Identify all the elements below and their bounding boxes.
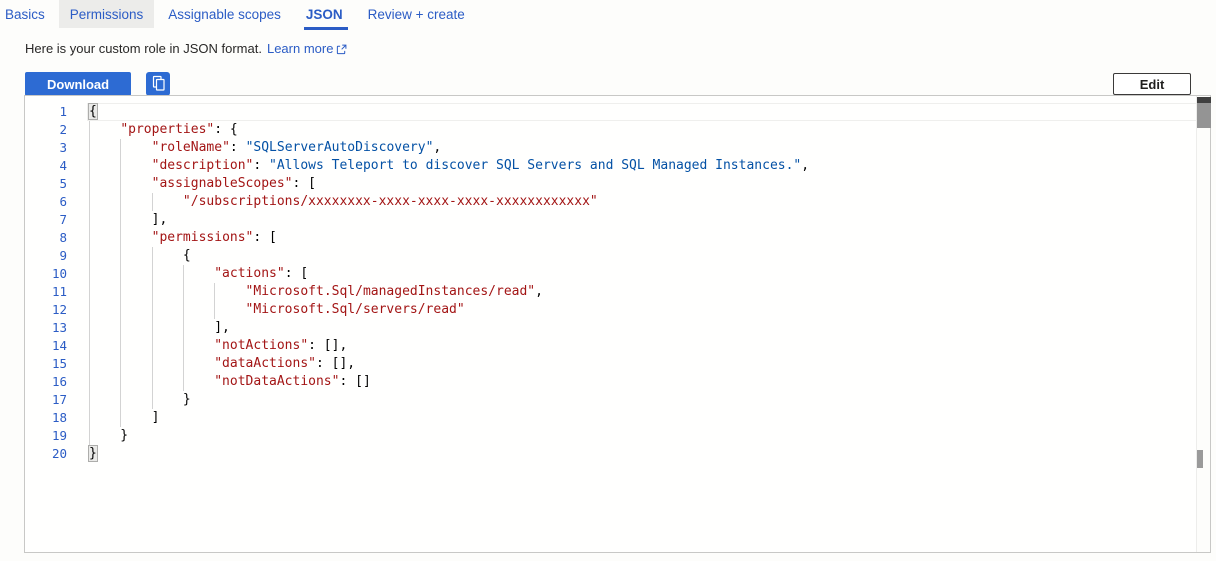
line-number: 10	[25, 265, 67, 283]
line-number: 2	[25, 121, 67, 139]
line-number: 11	[25, 283, 67, 301]
line-number: 15	[25, 355, 67, 373]
line-number: 18	[25, 409, 67, 427]
indent-guide	[89, 121, 90, 445]
code-content[interactable]: { "properties": { "roleName": "SQLServer…	[67, 96, 1210, 463]
code-line[interactable]: "roleName": "SQLServerAutoDiscovery",	[89, 139, 1210, 157]
tab-assignable-scopes[interactable]: Assignable scopes	[157, 0, 292, 28]
code-line[interactable]: {	[89, 103, 1210, 121]
line-number: 12	[25, 301, 67, 319]
overview-ruler-decoration	[1197, 450, 1203, 468]
code-line[interactable]: "notActions": [],	[89, 337, 1210, 355]
tab-review-create[interactable]: Review + create	[357, 0, 476, 28]
overview-ruler-top-decoration	[1197, 97, 1211, 103]
code-line[interactable]: ]	[89, 409, 1210, 427]
line-number: 8	[25, 229, 67, 247]
line-number: 13	[25, 319, 67, 337]
edit-button[interactable]: Edit	[1113, 73, 1191, 95]
code-line[interactable]: "/subscriptions/xxxxxxxx-xxxx-xxxx-xxxx-…	[89, 193, 1210, 211]
code-line[interactable]: "dataActions": [],	[89, 355, 1210, 373]
line-number: 1	[25, 103, 67, 121]
code-line[interactable]: "description": "Allows Teleport to disco…	[89, 157, 1210, 175]
copy-icon	[150, 75, 166, 94]
indent-guide	[214, 283, 215, 319]
editor-toolbar: Download Edit	[25, 72, 1191, 96]
code-line[interactable]: }	[89, 445, 1210, 463]
editor-scrollbar[interactable]	[1196, 96, 1210, 552]
line-number: 17	[25, 391, 67, 409]
code-line[interactable]: "actions": [	[89, 265, 1210, 283]
code-line[interactable]: "Microsoft.Sql/managedInstances/read",	[89, 283, 1210, 301]
tab-basics[interactable]: Basics	[5, 0, 56, 28]
scrollbar-thumb[interactable]	[1197, 97, 1211, 128]
indent-guide	[152, 247, 153, 409]
json-editor: 1234567891011121314151617181920 { "prope…	[24, 95, 1211, 553]
external-link-icon	[336, 43, 347, 54]
tab-permissions[interactable]: Permissions	[59, 0, 155, 28]
code-line[interactable]: }	[89, 391, 1210, 409]
line-number: 5	[25, 175, 67, 193]
copy-button[interactable]	[146, 72, 170, 96]
line-number: 6	[25, 193, 67, 211]
code-line[interactable]: }	[89, 427, 1210, 445]
line-number-gutter: 1234567891011121314151617181920	[25, 96, 67, 552]
line-number: 14	[25, 337, 67, 355]
description-text: Here is your custom role in JSON format.	[25, 41, 262, 56]
code-line[interactable]: "properties": {	[89, 121, 1210, 139]
indent-guide	[120, 139, 121, 427]
tab-json[interactable]: JSON	[295, 0, 354, 28]
line-number: 20	[25, 445, 67, 463]
code-line[interactable]: "assignableScopes": [	[89, 175, 1210, 193]
code-line[interactable]: {	[89, 247, 1210, 265]
code-line[interactable]: "notDataActions": []	[89, 373, 1210, 391]
line-number: 7	[25, 211, 67, 229]
wizard-tab-bar: BasicsPermissionsAssignable scopesJSONRe…	[0, 0, 1216, 28]
json-description-row: Here is your custom role in JSON format.…	[25, 41, 1216, 56]
code-line[interactable]: "Microsoft.Sql/servers/read"	[89, 301, 1210, 319]
line-number: 19	[25, 427, 67, 445]
line-number: 16	[25, 373, 67, 391]
download-button[interactable]: Download	[25, 72, 131, 96]
learn-more-link[interactable]: Learn more	[267, 41, 347, 56]
code-line[interactable]: ],	[89, 211, 1210, 229]
code-line[interactable]: ],	[89, 319, 1210, 337]
indent-guide	[183, 265, 184, 391]
line-number: 4	[25, 157, 67, 175]
code-line[interactable]: "permissions": [	[89, 229, 1210, 247]
indent-guide	[152, 193, 153, 211]
line-number: 9	[25, 247, 67, 265]
line-number: 3	[25, 139, 67, 157]
